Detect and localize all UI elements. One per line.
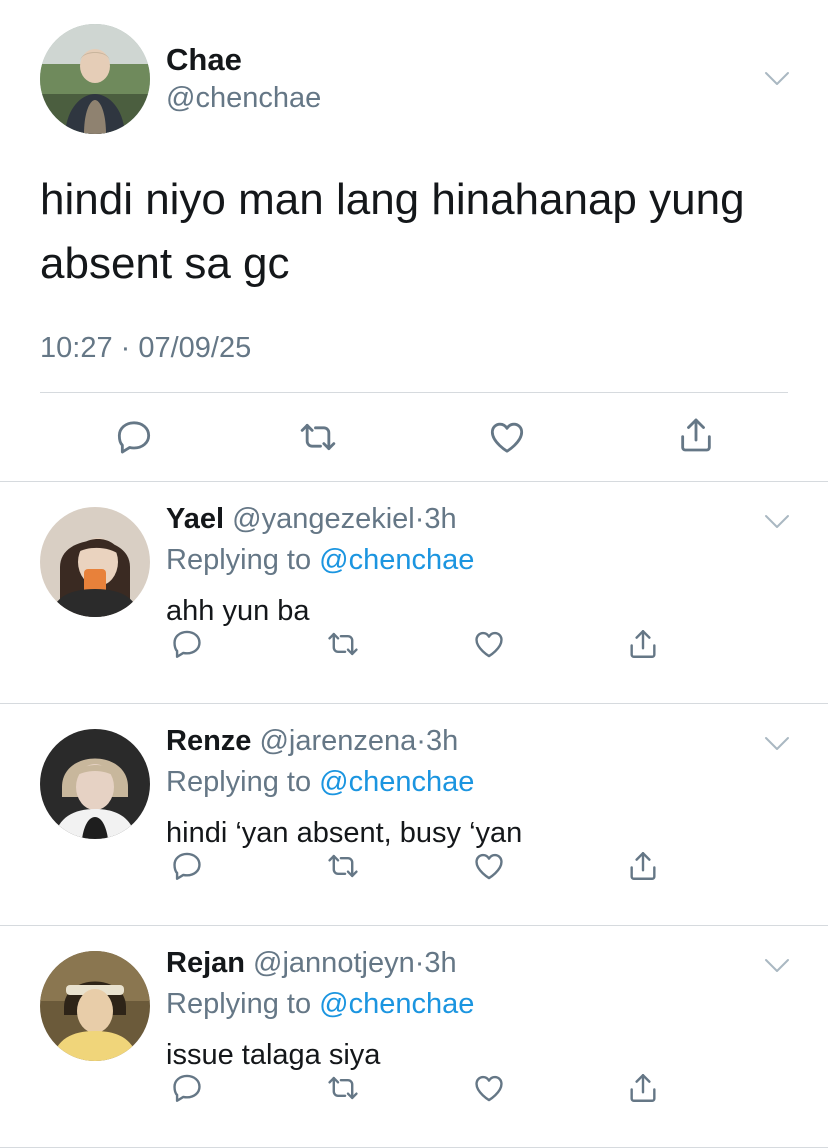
separator: · bbox=[416, 725, 426, 757]
chevron-down-icon[interactable] bbox=[763, 957, 791, 975]
like-icon[interactable] bbox=[487, 417, 527, 457]
share-icon[interactable] bbox=[626, 1071, 660, 1105]
author-handle[interactable]: @yangezekiel bbox=[232, 503, 415, 535]
tweet-timestamp[interactable]: 10:27 · 07/09/25 bbox=[40, 332, 251, 365]
share-icon[interactable] bbox=[626, 849, 660, 883]
main-tweet: Chae @chenchae hindi niyo man lang hinah… bbox=[0, 0, 828, 481]
reply-icon[interactable] bbox=[114, 417, 154, 457]
author-name[interactable]: Rejan bbox=[166, 947, 245, 979]
replying-to: Replying to @chenchae bbox=[166, 544, 474, 577]
retweet-icon[interactable] bbox=[326, 627, 360, 661]
reply-icon[interactable] bbox=[170, 627, 204, 661]
replying-to-label: Replying to bbox=[166, 988, 312, 1020]
reply-time[interactable]: 3h bbox=[424, 947, 456, 979]
avatar[interactable] bbox=[40, 729, 150, 839]
reply-text: ahh yun ba bbox=[166, 595, 310, 627]
reply-time[interactable]: 3h bbox=[426, 725, 458, 757]
profile-photo-icon bbox=[40, 951, 150, 1061]
profile-photo-icon bbox=[40, 507, 150, 617]
share-icon[interactable] bbox=[676, 415, 716, 455]
chevron-down-icon[interactable] bbox=[763, 735, 791, 753]
reply-tweet[interactable]: Yael @yangezekiel·3h Replying to @chench… bbox=[0, 481, 828, 703]
like-icon[interactable] bbox=[472, 1071, 506, 1105]
author-handle[interactable]: @jarenzena bbox=[259, 725, 416, 757]
mention-link[interactable]: @chenchae bbox=[319, 988, 474, 1020]
reply-icon[interactable] bbox=[170, 849, 204, 883]
reply-tweet[interactable]: Renze @jarenzena·3h Replying to @chencha… bbox=[0, 703, 828, 925]
retweet-icon[interactable] bbox=[298, 417, 338, 457]
reply-time[interactable]: 3h bbox=[424, 503, 456, 535]
tweet-text: hindi niyo man lang hinahanap yung absen… bbox=[40, 175, 745, 288]
avatar[interactable] bbox=[40, 951, 150, 1061]
retweet-icon[interactable] bbox=[326, 849, 360, 883]
mention-link[interactable]: @chenchae bbox=[319, 766, 474, 798]
author-handle[interactable]: @jannotjeyn bbox=[253, 947, 415, 979]
avatar[interactable] bbox=[40, 24, 150, 134]
author-name[interactable]: Chae bbox=[166, 42, 242, 78]
reply-header: Yael @yangezekiel·3h bbox=[166, 503, 457, 536]
retweet-icon[interactable] bbox=[326, 1071, 360, 1105]
reply-header: Rejan @jannotjeyn·3h bbox=[166, 947, 457, 980]
author-name[interactable]: Renze bbox=[166, 725, 251, 757]
share-icon[interactable] bbox=[626, 627, 660, 661]
profile-photo-icon bbox=[40, 729, 150, 839]
reply-icon[interactable] bbox=[170, 1071, 204, 1105]
reply-text: hindi ‘yan absent, busy ‘yan bbox=[166, 817, 523, 849]
chevron-down-icon[interactable] bbox=[763, 70, 791, 88]
replying-to: Replying to @chenchae bbox=[166, 988, 474, 1021]
like-icon[interactable] bbox=[472, 627, 506, 661]
reply-text: issue talaga siya bbox=[166, 1039, 381, 1071]
reply-header: Renze @jarenzena·3h bbox=[166, 725, 458, 758]
divider bbox=[40, 392, 788, 393]
replying-to: Replying to @chenchae bbox=[166, 766, 474, 799]
separator: · bbox=[414, 947, 425, 979]
like-icon[interactable] bbox=[472, 849, 506, 883]
avatar[interactable] bbox=[40, 507, 150, 617]
replying-to-label: Replying to bbox=[166, 544, 312, 576]
reply-tweet[interactable]: Rejan @jannotjeyn·3h Replying to @chench… bbox=[0, 925, 828, 1147]
author-handle[interactable]: @chenchae bbox=[166, 82, 321, 115]
chevron-down-icon[interactable] bbox=[763, 513, 791, 531]
replying-to-label: Replying to bbox=[166, 766, 312, 798]
mention-link[interactable]: @chenchae bbox=[319, 544, 474, 576]
profile-photo-icon bbox=[40, 24, 150, 134]
author-name[interactable]: Yael bbox=[166, 503, 224, 535]
separator: · bbox=[414, 503, 425, 535]
